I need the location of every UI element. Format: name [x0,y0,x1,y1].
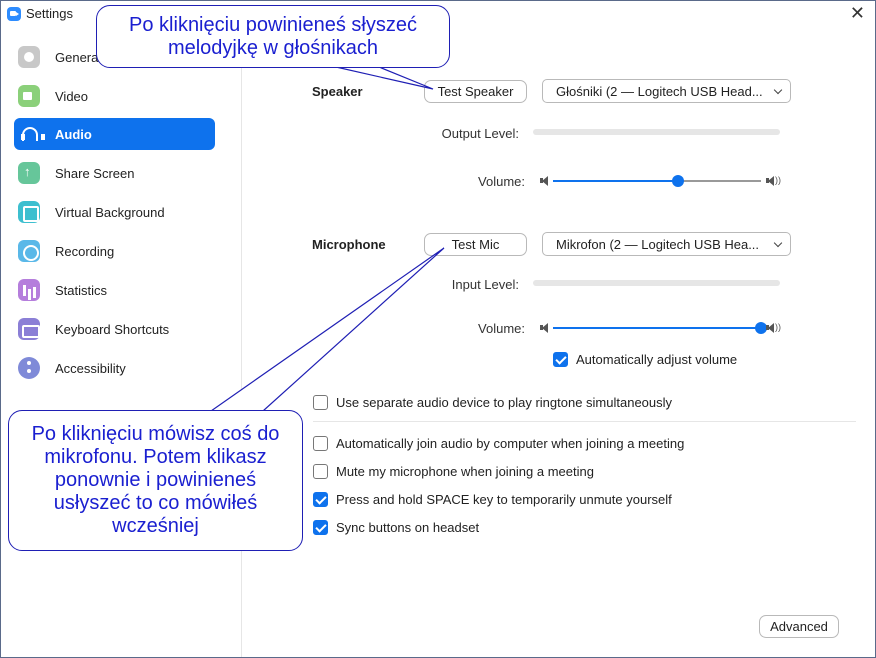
sidebar-item-label: Recording [55,243,115,259]
speaker-volume-thumb[interactable] [671,175,684,187]
speaker-device-select[interactable]: Głośniki (2 — Logitech USB Head... [542,79,791,103]
separate-ringtone-checkbox[interactable]: Use separate audio device to play ringto… [313,395,672,410]
window-title: Settings [26,6,73,21]
sidebar-item-recording[interactable]: Recording [14,235,215,267]
sidebar-item-virtual-background[interactable]: Virtual Background [14,196,215,228]
microphone-device-value: Mikrofon (2 — Logitech USB Hea... [556,236,760,252]
video-icon [18,85,40,107]
mic-annotation-callout: Po kliknięciu mówisz coś do mikrofonu. P… [8,410,303,551]
checkbox-box[interactable] [313,464,328,479]
mic-annotation-text: Po kliknięciu mówisz coś do mikrofonu. P… [31,423,280,537]
output-level-label: Output Level: [441,126,519,141]
auto-join-audio-label: Automatically join audio by computer whe… [336,436,685,451]
advanced-button[interactable]: Advanced [759,615,839,638]
sync-headset-label: Sync buttons on headset [336,520,480,535]
statistics-icon [18,279,40,301]
sidebar-item-share-screen[interactable]: Share Screen [14,157,215,189]
accessibility-icon [18,357,40,379]
speaker-volume-label: Volume: [478,174,525,189]
microphone-volume-fill [553,327,761,329]
sidebar-item-accessibility[interactable]: Accessibility [14,352,215,384]
input-level-meter [533,280,780,286]
divider [313,421,856,422]
mic-callout-pointer [209,247,445,412]
test-speaker-button[interactable]: Test Speaker [424,80,527,103]
volume-high-icon: )) [766,322,781,334]
volume-low-icon [540,175,548,187]
checkbox-box[interactable] [313,436,328,451]
mute-on-join-checkbox[interactable]: Mute my microphone when joining a meetin… [313,464,594,479]
sidebar-item-statistics[interactable]: Statistics [14,274,215,306]
sidebar-item-label: Keyboard Shortcuts [55,321,170,337]
chevron-down-icon [773,238,783,248]
test-mic-button[interactable]: Test Mic [424,233,527,256]
sidebar-item-label: Share Screen [55,165,135,181]
sync-headset-checkbox[interactable]: Sync buttons on headset [313,520,479,535]
close-icon[interactable]: ✕ [850,4,865,22]
recording-icon [18,240,40,262]
space-unmute-label: Press and hold SPACE key to temporarily … [336,492,672,507]
headphones-icon [18,123,45,145]
sidebar-item-label: Audio [55,126,92,142]
volume-low-icon [540,322,548,334]
sidebar-item-label: Virtual Background [55,204,165,220]
share-screen-icon [18,162,40,184]
speaker-label: Speaker [312,84,363,99]
speaker-volume-slider[interactable] [553,175,761,187]
checkbox-box[interactable] [313,395,328,410]
separate-ringtone-label: Use separate audio device to play ringto… [336,395,673,410]
auto-adjust-volume-label: Automatically adjust volume [576,352,738,367]
microphone-device-select[interactable]: Mikrofon (2 — Logitech USB Hea... [542,232,791,256]
checkbox-box[interactable] [313,492,328,507]
auto-join-audio-checkbox[interactable]: Automatically join audio by computer whe… [313,436,684,451]
zoom-app-icon [7,7,21,21]
microphone-volume-slider[interactable] [553,322,767,334]
virtual-background-icon [18,201,40,223]
output-level-meter [533,129,780,135]
mute-on-join-label: Mute my microphone when joining a meetin… [336,464,594,479]
sidebar: General Video Audio Share Screen Virtual… [1,27,242,657]
settings-window: Settings ✕ General Video Audio Share Scr… [0,0,876,658]
sidebar-item-keyboard-shortcuts[interactable]: Keyboard Shortcuts [14,313,215,345]
input-level-label: Input Level: [451,277,519,292]
microphone-volume-label: Volume: [478,321,525,336]
chevron-down-icon [773,85,783,95]
gear-icon [18,46,40,68]
sidebar-item-label: General [55,49,102,65]
sidebar-item-label: Accessibility [55,360,126,376]
speaker-annotation-text: Po kliknięciu powinieneś słyszeć melodyj… [129,13,417,59]
space-unmute-checkbox[interactable]: Press and hold SPACE key to temporarily … [313,492,672,507]
sidebar-item-label: Statistics [55,282,108,298]
checkbox-box[interactable] [553,352,568,367]
speaker-volume-fill [553,180,678,182]
keyboard-icon [18,318,40,340]
speaker-device-value: Głośniki (2 — Logitech USB Head... [556,83,763,99]
volume-high-icon: )) [766,175,781,187]
sidebar-item-audio[interactable]: Audio [14,118,215,150]
checkbox-box[interactable] [313,520,328,535]
speaker-annotation-callout: Po kliknięciu powinieneś słyszeć melodyj… [96,5,450,68]
auto-adjust-volume-checkbox[interactable]: Automatically adjust volume [553,352,737,367]
microphone-label: Microphone [312,237,386,252]
sidebar-item-video[interactable]: Video [14,80,215,112]
sidebar-item-label: Video [55,88,89,104]
